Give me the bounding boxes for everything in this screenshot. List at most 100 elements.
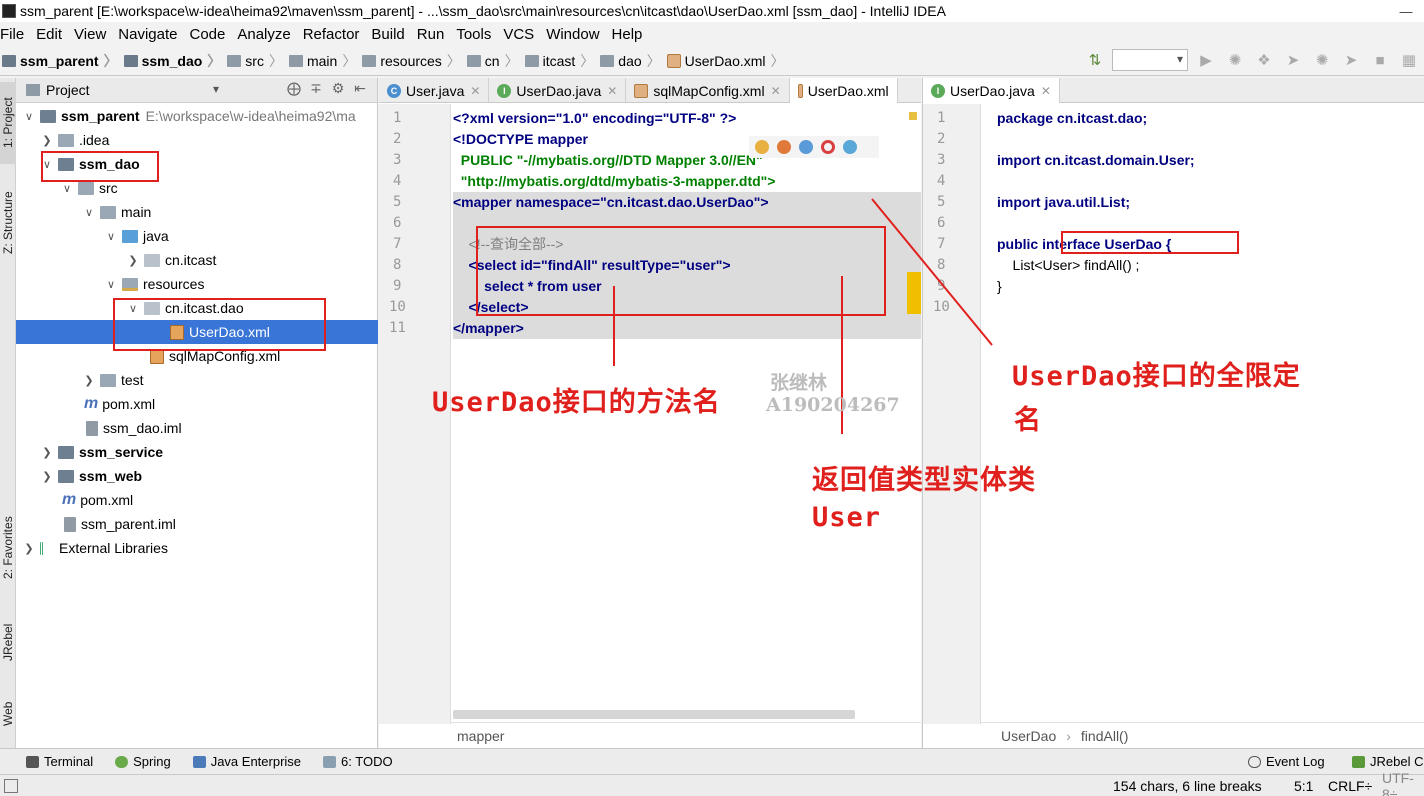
menu-window[interactable]: Window — [546, 26, 599, 43]
jrebel-debug-icon[interactable]: ✺ — [1311, 49, 1333, 71]
structure-icon[interactable]: ▦ — [1398, 49, 1420, 71]
tree-item-src[interactable]: ∨ src — [16, 176, 378, 200]
run-icon[interactable]: ▶ — [1195, 49, 1217, 71]
code-line[interactable]: <?xml version="1.0" encoding="UTF-8" ?> — [453, 108, 736, 129]
tree-item-ssm-parent[interactable]: ∨ ssm_parent E:\workspace\w-idea\heima92\m… — [16, 104, 378, 128]
horizontal-scrollbar[interactable] — [453, 710, 855, 719]
close-icon[interactable]: ✕ — [1041, 84, 1051, 98]
breadcrumb-itcast[interactable]: itcast 〉 — [523, 51, 594, 71]
side-tab-jrebel[interactable]: JRebel — [0, 612, 16, 672]
tree-item-resources[interactable]: ∨ resources — [16, 272, 378, 296]
chevron-down-icon[interactable]: ∨ — [104, 278, 118, 291]
tree-item-external-libraries[interactable]: ❯ External Libraries — [16, 536, 378, 560]
side-tab-favorites[interactable]: 2: Favorites — [0, 506, 16, 590]
code-line[interactable]: PUBLIC "-//mybatis.org//DTD Mapper 3.0//… — [453, 150, 763, 171]
menu-vcs[interactable]: VCS — [503, 26, 534, 43]
safari-icon[interactable] — [799, 140, 813, 154]
tool-todo[interactable]: 6: TODO — [323, 754, 393, 769]
breadcrumb-userdao[interactable]: UserDao — [1001, 728, 1056, 744]
close-icon[interactable]: ✕ — [771, 84, 781, 98]
coverage-icon[interactable]: ❖ — [1253, 49, 1275, 71]
code-line[interactable]: <select id="findAll" resultType="user"> — [453, 255, 731, 276]
code-line[interactable]: </select> — [453, 297, 529, 318]
status-encoding[interactable]: UTF-8÷ — [1382, 770, 1424, 796]
menu-tools[interactable]: Tools — [456, 26, 491, 43]
chrome-icon[interactable] — [755, 140, 769, 154]
code-line[interactable]: select * from user — [453, 276, 602, 297]
breadcrumb-src[interactable]: src 〉 — [225, 51, 283, 71]
chevron-down-icon[interactable]: ∨ — [40, 158, 54, 171]
code-line[interactable]: public interface UserDao { — [997, 234, 1171, 255]
menu-navigate[interactable]: Navigate — [118, 26, 177, 43]
code-line[interactable]: package cn.itcast.dao; — [997, 108, 1147, 129]
tree-item-pom-xml-dao[interactable]: m pom.xml — [16, 392, 378, 416]
close-icon[interactable]: ✕ — [607, 84, 617, 98]
scroll-from-source-icon[interactable]: ⨁ — [283, 80, 305, 97]
breadcrumb-mapper[interactable]: mapper — [457, 728, 504, 744]
minimize-button[interactable]: — — [1388, 0, 1424, 22]
menu-file[interactable]: File — [0, 26, 24, 43]
tree-item-userdao-xml[interactable]: UserDao.xml — [16, 320, 378, 344]
tool-windows-toggle-icon[interactable] — [4, 778, 18, 793]
menu-view[interactable]: View — [74, 26, 106, 43]
tool-event-log[interactable]: Event Log — [1248, 754, 1325, 769]
code-line[interactable]: import cn.itcast.domain.User; — [997, 150, 1195, 171]
chevron-right-icon[interactable]: ❯ — [40, 470, 54, 483]
chevron-down-icon[interactable]: ∨ — [82, 206, 96, 219]
tree-item-cn-itcast-dao[interactable]: ∨ cn.itcast.dao — [16, 296, 378, 320]
tool-jrebel-console[interactable]: JRebel Co — [1352, 754, 1424, 769]
side-tab-project[interactable]: 1: Project — [0, 82, 16, 164]
opera-icon[interactable] — [821, 140, 835, 154]
menu-code[interactable]: Code — [189, 26, 225, 43]
hide-panel-icon[interactable]: ⇤ — [349, 80, 371, 97]
tree-item-ssm-parent-iml[interactable]: ssm_parent.iml — [16, 512, 378, 536]
breadcrumb-ssm-parent[interactable]: ssm_parent 〉 — [0, 51, 118, 71]
tool-spring[interactable]: Spring — [115, 754, 171, 769]
run-configuration-select[interactable] — [1112, 49, 1188, 71]
side-tab-structure[interactable]: Z: Structure — [0, 178, 16, 268]
menu-build[interactable]: Build — [371, 26, 404, 43]
build-icon[interactable]: ⇅ — [1084, 49, 1106, 71]
profile-icon[interactable]: ➤ — [1340, 49, 1362, 71]
debug-icon[interactable]: ✺ — [1224, 49, 1246, 71]
tab-userdao-xml[interactable]: UserDao.xml — [789, 78, 898, 103]
code-line[interactable]: <mapper namespace="cn.itcast.dao.UserDao… — [453, 192, 769, 213]
chevron-right-icon[interactable]: ❯ — [82, 374, 96, 387]
tree-item-sqlmapconfig-xml[interactable]: sqlMapConfig.xml — [16, 344, 378, 368]
menu-refactor[interactable]: Refactor — [303, 26, 360, 43]
ie-icon[interactable] — [843, 140, 857, 154]
chevron-down-icon[interactable]: ∨ — [60, 182, 74, 195]
menu-analyze[interactable]: Analyze — [237, 26, 290, 43]
tool-java-enterprise[interactable]: Java Enterprise — [192, 754, 301, 769]
tree-item-cn-itcast[interactable]: ❯ cn.itcast — [16, 248, 378, 272]
tab-userdao-java[interactable]: I UserDao.java ✕ — [489, 78, 627, 103]
code-line[interactable]: </mapper> — [453, 318, 524, 339]
tree-item-ssm-dao[interactable]: ∨ ssm_dao — [16, 152, 378, 176]
tree-item-test[interactable]: ❯ test — [16, 368, 378, 392]
project-view-label[interactable]: Project — [46, 82, 90, 98]
tree-item-ssm-dao-iml[interactable]: ssm_dao.iml — [16, 416, 378, 440]
tab-userdao-java-right[interactable]: I UserDao.java ✕ — [923, 78, 1060, 103]
breadcrumb-resources[interactable]: resources 〉 — [360, 51, 461, 71]
breadcrumb-cn[interactable]: cn 〉 — [465, 51, 519, 71]
code-line[interactable]: List<User> findAll() ; — [997, 255, 1140, 276]
chevron-right-icon[interactable]: ❯ — [40, 134, 54, 147]
menu-run[interactable]: Run — [417, 26, 445, 43]
chevron-right-icon[interactable]: ❯ — [40, 446, 54, 459]
chevron-right-icon[interactable]: ❯ — [22, 542, 36, 555]
tab-user-java[interactable]: C User.java ✕ — [379, 78, 490, 103]
code-line[interactable]: import java.util.List; — [997, 192, 1130, 213]
firefox-icon[interactable] — [777, 140, 791, 154]
chevron-down-icon[interactable]: ▾ — [213, 82, 219, 96]
chevron-right-icon[interactable]: ❯ — [126, 254, 140, 267]
stop-icon[interactable]: ■ — [1369, 49, 1391, 71]
chevron-down-icon[interactable]: ∨ — [126, 302, 140, 315]
menu-edit[interactable]: Edit — [36, 26, 62, 43]
tool-terminal[interactable]: Terminal — [26, 754, 93, 769]
tree-item-idea[interactable]: ❯ .idea — [16, 128, 378, 152]
breadcrumb-ssm-dao[interactable]: ssm_dao 〉 — [122, 51, 221, 71]
breadcrumb-main[interactable]: main 〉 — [287, 51, 356, 71]
tree-item-java[interactable]: ∨ java — [16, 224, 378, 248]
code-line[interactable]: "http://mybatis.org/dtd/mybatis-3-mapper… — [453, 171, 919, 192]
collapse-all-icon[interactable]: ∓ — [305, 80, 327, 97]
